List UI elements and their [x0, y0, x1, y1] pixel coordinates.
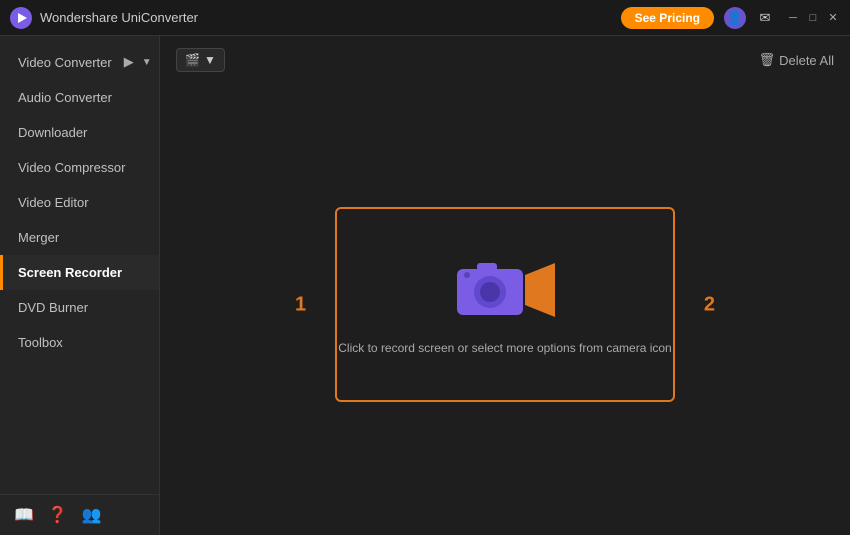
- sidebar-item-label: Audio Converter: [18, 90, 112, 105]
- help-icon[interactable]: ❓: [48, 505, 68, 525]
- close-button[interactable]: ✕: [826, 11, 840, 25]
- video-format-icon: ▶: [124, 54, 134, 70]
- minimize-button[interactable]: ─: [786, 11, 800, 25]
- label-2: 2: [704, 293, 715, 316]
- maximize-button[interactable]: □: [806, 11, 820, 25]
- sidebar-bottom: 📖 ❓ 👥: [0, 494, 159, 535]
- record-hint: Click to record screen or select more op…: [338, 341, 671, 355]
- record-box[interactable]: Click to record screen or select more op…: [335, 207, 675, 402]
- sidebar-item-toolbox[interactable]: Toolbox: [0, 325, 159, 360]
- user-icon[interactable]: 👤: [724, 7, 746, 29]
- top-toolbar: 🎬 ▼ 🗑 Delete All: [176, 48, 834, 72]
- sidebar: Video Converter ▶ ▼ Audio Converter Down…: [0, 36, 160, 535]
- sidebar-item-screen-recorder[interactable]: Screen Recorder: [0, 255, 159, 290]
- delete-all-label: Delete All: [779, 53, 834, 68]
- sidebar-nav: Video Converter ▶ ▼ Audio Converter Down…: [0, 36, 159, 494]
- record-area: 1 Cli: [176, 86, 834, 523]
- mail-icon[interactable]: ✉: [754, 7, 776, 29]
- see-pricing-button[interactable]: See Pricing: [621, 7, 714, 29]
- video-format-button[interactable]: 🎬 ▼: [176, 48, 225, 72]
- sidebar-item-video-converter[interactable]: Video Converter ▶ ▼: [0, 44, 159, 80]
- label-1: 1: [295, 293, 306, 316]
- title-bar: Wondershare UniConverter See Pricing 👤 ✉…: [0, 0, 850, 36]
- app-logo: [10, 7, 32, 29]
- camera-icon: [455, 255, 555, 325]
- sidebar-item-dvd-burner[interactable]: DVD Burner: [0, 290, 159, 325]
- sidebar-item-video-compressor[interactable]: Video Compressor: [0, 150, 159, 185]
- sidebar-item-audio-converter[interactable]: Audio Converter: [0, 80, 159, 115]
- sidebar-item-label: Toolbox: [18, 335, 63, 350]
- delete-all-button[interactable]: 🗑 Delete All: [759, 52, 834, 68]
- sidebar-item-label: Merger: [18, 230, 59, 245]
- trash-icon: 🗑: [759, 52, 776, 68]
- sidebar-item-label: Video Editor: [18, 195, 89, 210]
- people-icon[interactable]: 👥: [82, 505, 102, 525]
- title-bar-icons: 👤 ✉: [724, 7, 776, 29]
- video-icon: 🎬: [185, 53, 200, 67]
- sidebar-item-merger[interactable]: Merger: [0, 220, 159, 255]
- sidebar-item-label: Screen Recorder: [18, 265, 122, 280]
- sidebar-item-label: Downloader: [18, 125, 87, 140]
- main-layout: Video Converter ▶ ▼ Audio Converter Down…: [0, 36, 850, 535]
- dropdown-icon: ▼: [204, 53, 216, 67]
- sidebar-item-video-editor[interactable]: Video Editor: [0, 185, 159, 220]
- sidebar-item-label: Video Compressor: [18, 160, 125, 175]
- window-controls: ─ □ ✕: [786, 11, 840, 25]
- content-area: 🎬 ▼ 🗑 Delete All 1: [160, 36, 850, 535]
- app-name: Wondershare UniConverter: [40, 10, 621, 25]
- sidebar-item-downloader[interactable]: Downloader: [0, 115, 159, 150]
- book-icon[interactable]: 📖: [14, 505, 34, 525]
- sidebar-item-label: Video Converter: [18, 55, 112, 70]
- toolbar-left: 🎬 ▼: [176, 48, 225, 72]
- sidebar-item-label: DVD Burner: [18, 300, 88, 315]
- dropdown-chevron-icon: ▼: [142, 57, 152, 68]
- toolbar-right: 🗑 Delete All: [759, 52, 834, 68]
